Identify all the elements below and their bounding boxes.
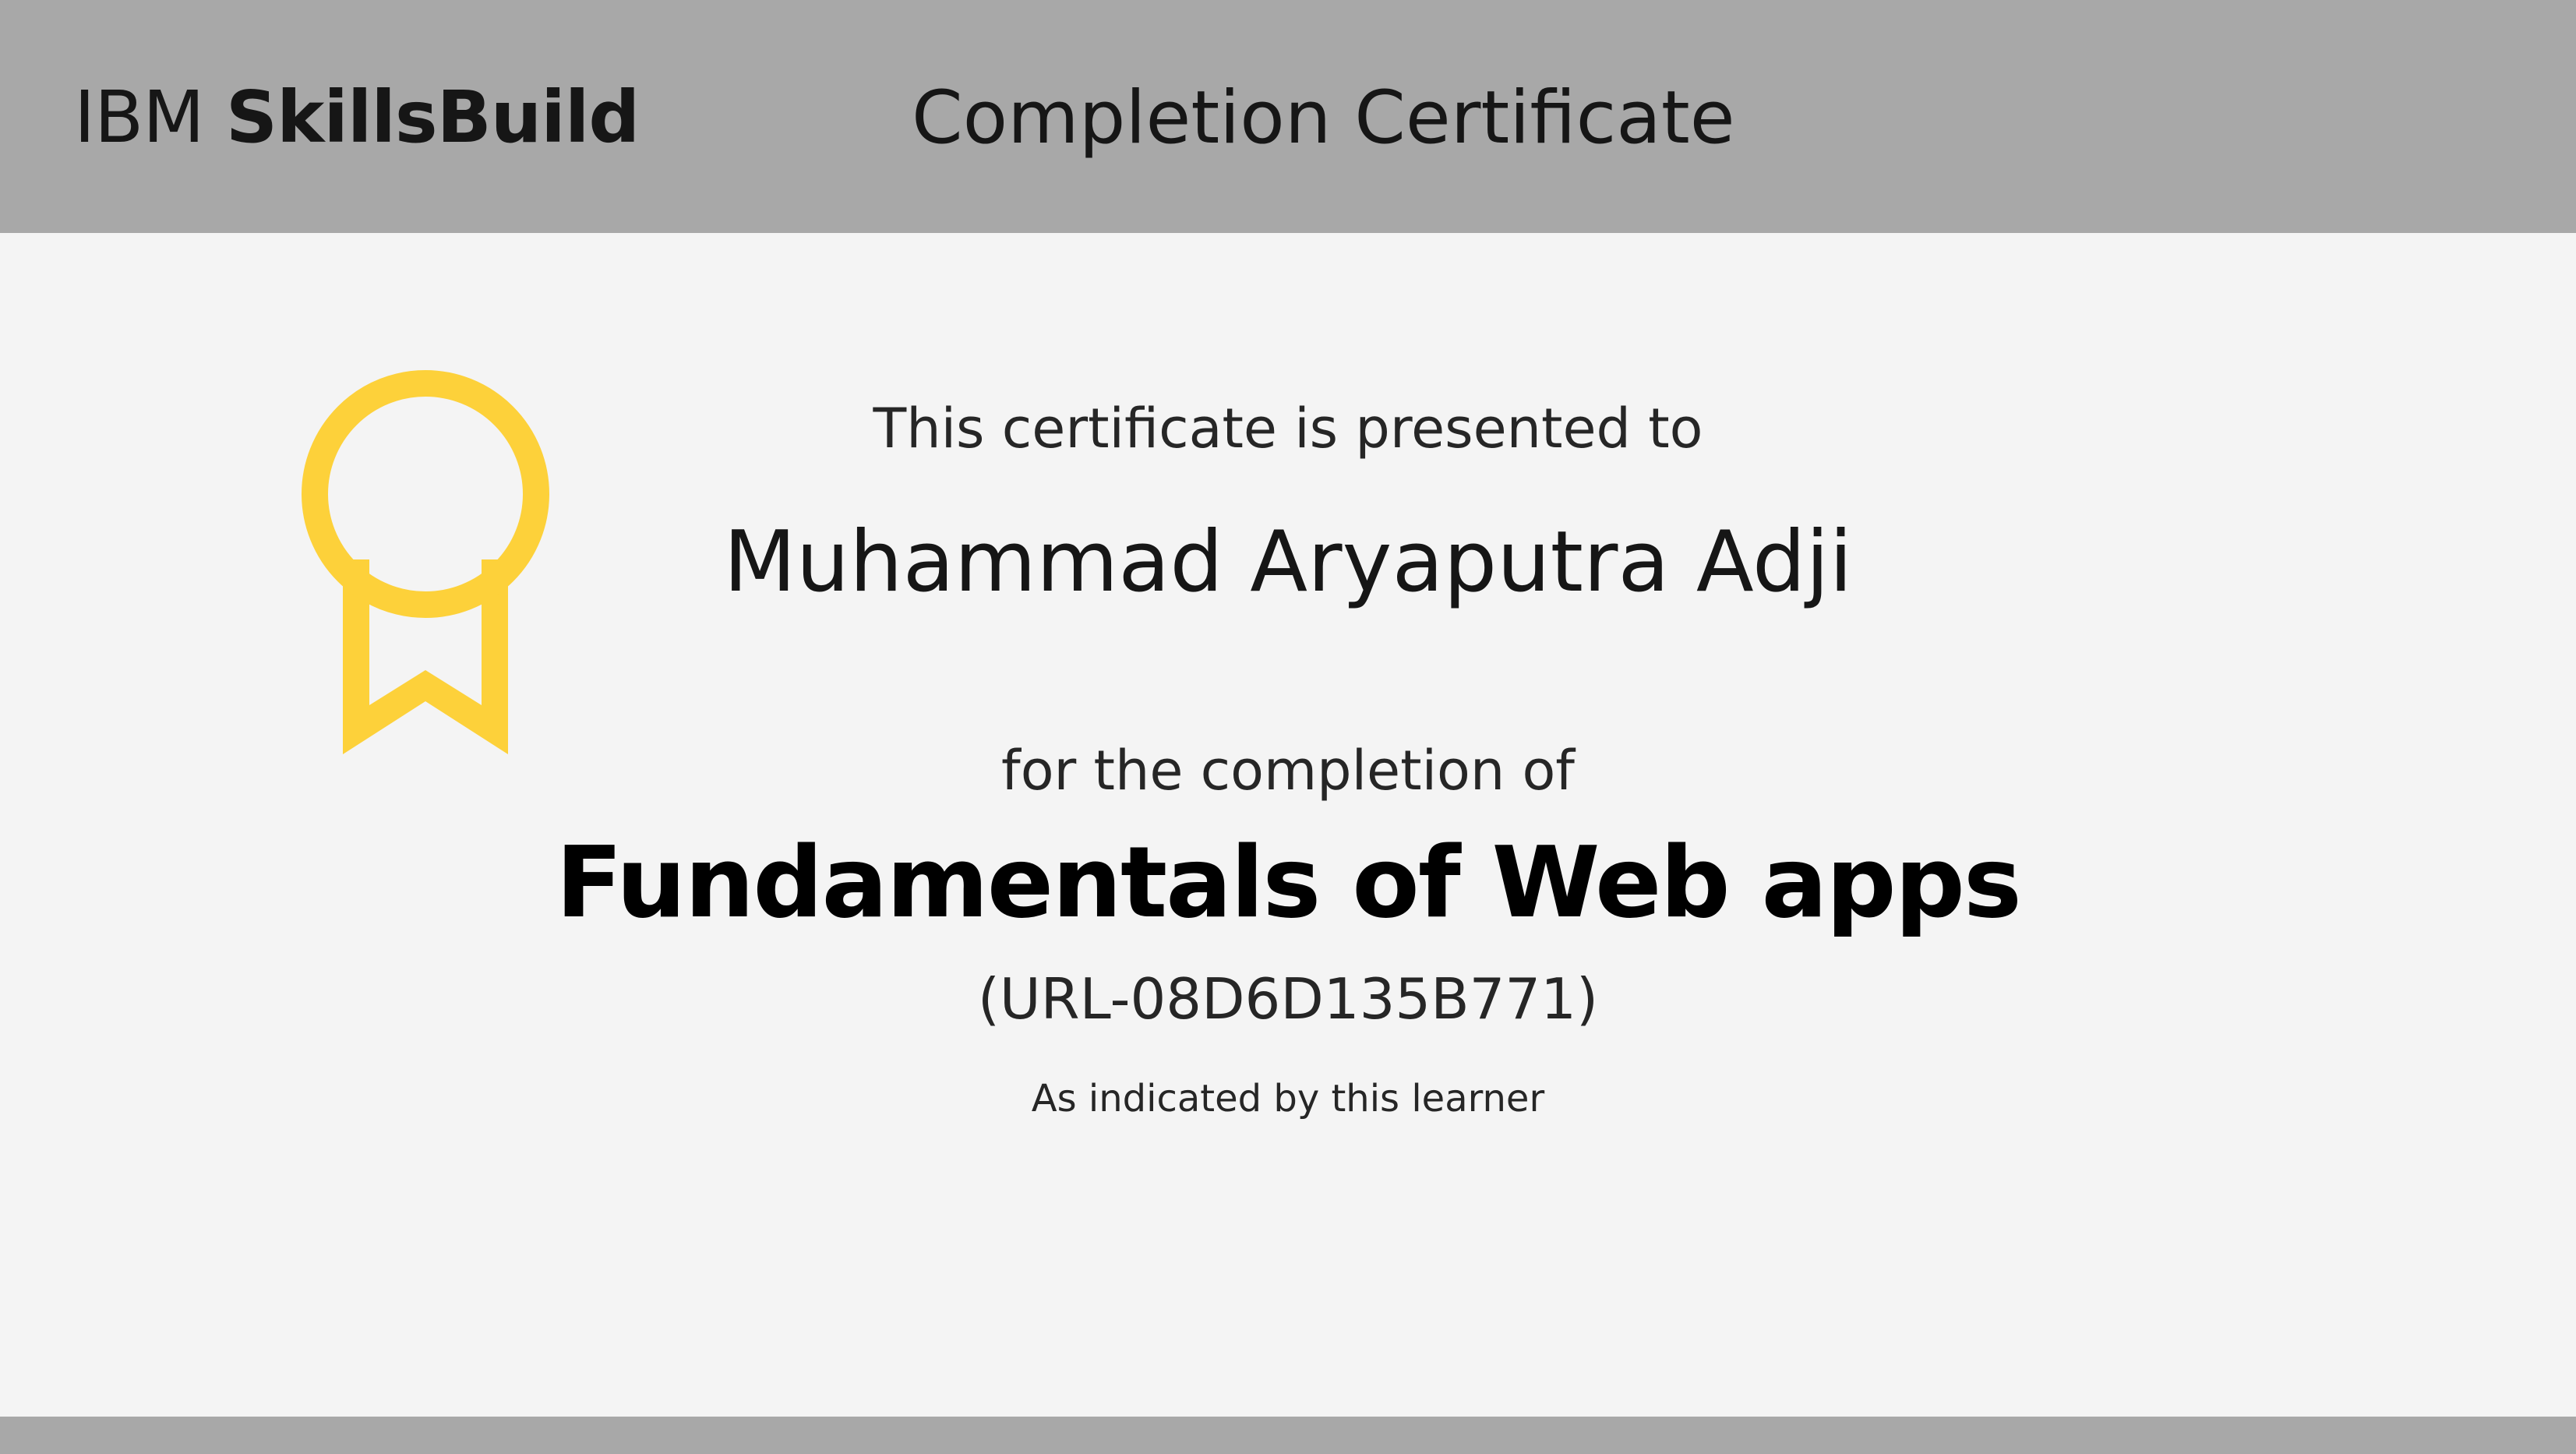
footer-bar — [0, 1417, 2576, 1454]
recipient-name: Muhammad Aryaputra Adji — [723, 513, 1853, 611]
presented-text: This certificate is presented to — [873, 397, 1703, 461]
brand-prefix: IBM — [74, 76, 205, 159]
course-title: Fundamentals of Web apps — [556, 825, 2022, 940]
brand-product: SkillsBuild — [225, 76, 640, 159]
completion-text: for the completion of — [1001, 739, 1575, 803]
brand-logo: IBM SkillsBuild — [74, 74, 640, 161]
header-title: Completion Certificate — [912, 76, 1735, 161]
learner-note: As indicated by this learner — [1031, 1077, 1545, 1120]
certificate-header: IBM SkillsBuild Completion Certificate — [0, 0, 2576, 233]
course-code: (URL-08D6D135B771) — [977, 966, 1599, 1032]
